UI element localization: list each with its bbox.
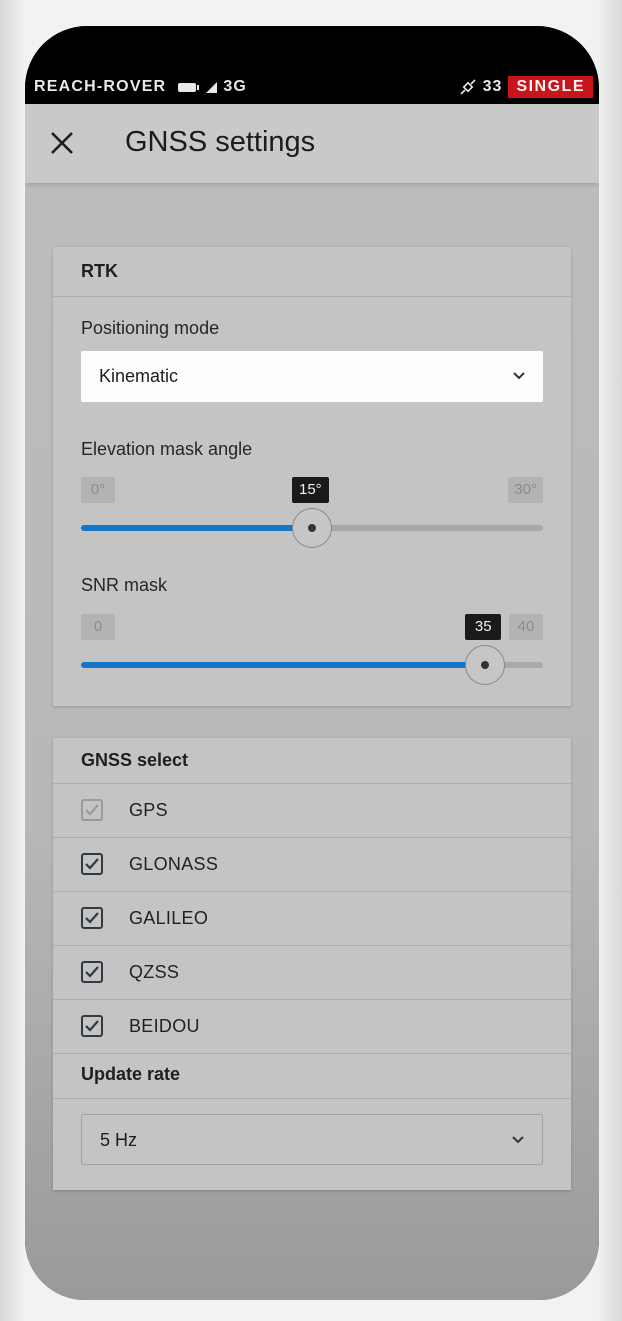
gnss-item-label: GPS (129, 800, 168, 820)
status-left: REACH-ROVER 3G (34, 78, 247, 96)
checkbox-icon[interactable] (81, 961, 103, 983)
gnss-item-glonass[interactable]: GLONASS (53, 838, 571, 892)
rtk-header: RTK (53, 247, 571, 297)
gnss-item-gps[interactable]: GPS (53, 784, 571, 838)
positioning-mode-select[interactable]: Kinematic (81, 351, 543, 402)
satellite-icon (459, 78, 477, 96)
phone-screen: REACH-ROVER 3G 33 SINGLE GNSS settings R… (25, 26, 599, 1300)
snr-mask-label: SNR mask (81, 575, 168, 595)
snr-mask-slider[interactable]: 0 40 35 (81, 614, 543, 685)
elevation-track-fill (81, 525, 312, 531)
gnss-item-qzss[interactable]: QZSS (53, 946, 571, 1000)
elevation-max-tick: 30° (508, 477, 543, 503)
gnss-item-beidou[interactable]: BEIDOU (53, 1000, 571, 1054)
chevron-down-icon (513, 370, 525, 382)
device-frame: REACH-ROVER 3G 33 SINGLE GNSS settings R… (0, 0, 622, 1321)
checkbox-icon[interactable] (81, 853, 103, 875)
signal-icon (206, 81, 218, 93)
close-icon (51, 132, 73, 154)
checkbox-icon[interactable] (81, 907, 103, 929)
chevron-down-icon (512, 1134, 524, 1146)
gnss-item-label: BEIDOU (129, 1016, 200, 1036)
divider (53, 1098, 571, 1099)
elevation-value-label: 15° (292, 477, 329, 503)
gnss-item-galileo[interactable]: GALILEO (53, 892, 571, 946)
settings-screen: GNSS settings RTK Positioning mode Kinem… (25, 104, 599, 1300)
update-rate-select[interactable]: 5 Hz (81, 1114, 543, 1165)
gnss-item-label: GLONASS (129, 854, 219, 874)
gnss-item-label: GALILEO (129, 908, 209, 928)
satellite-count: 33 (482, 78, 503, 95)
checkbox-icon (81, 799, 103, 821)
snr-track-fill (81, 662, 486, 668)
snr-max-tick: 40 (509, 614, 543, 640)
app-bar: GNSS settings (25, 104, 599, 183)
battery-icon (178, 82, 200, 92)
gnss-select-header: GNSS select (53, 738, 571, 784)
positioning-mode-value: Kinematic (99, 366, 179, 386)
gnss-item-label: QZSS (129, 962, 180, 982)
elevation-slider-thumb[interactable] (292, 508, 332, 548)
elevation-min-tick: 0° (81, 477, 115, 503)
snr-value-label: 35 (465, 614, 502, 640)
close-button[interactable] (47, 128, 77, 158)
snr-min-tick: 0 (81, 614, 115, 640)
device-name: REACH-ROVER (34, 78, 167, 95)
snr-slider-thumb[interactable] (465, 645, 506, 685)
status-bar: REACH-ROVER 3G 33 SINGLE (25, 26, 599, 104)
gnss-select-card: GNSS select GPS GLONASS GALILEO QZSS BEIDOU … (53, 738, 571, 1190)
solution-status-badge: SINGLE (508, 76, 593, 98)
elevation-mask-label: Elevation mask angle (81, 439, 253, 459)
positioning-mode-label: Positioning mode (81, 318, 220, 338)
network-type: 3G (223, 78, 248, 95)
elevation-mask-slider[interactable]: 0° 30° 15° (81, 477, 543, 548)
update-rate-value: 5 Hz (100, 1130, 138, 1150)
status-right: 33 SINGLE (459, 76, 593, 98)
checkbox-icon[interactable] (81, 1015, 103, 1037)
rtk-card: RTK Positioning mode Kinematic Elevation… (53, 247, 571, 706)
page-title: GNSS settings (125, 126, 316, 158)
update-rate-label: Update rate (81, 1064, 181, 1084)
